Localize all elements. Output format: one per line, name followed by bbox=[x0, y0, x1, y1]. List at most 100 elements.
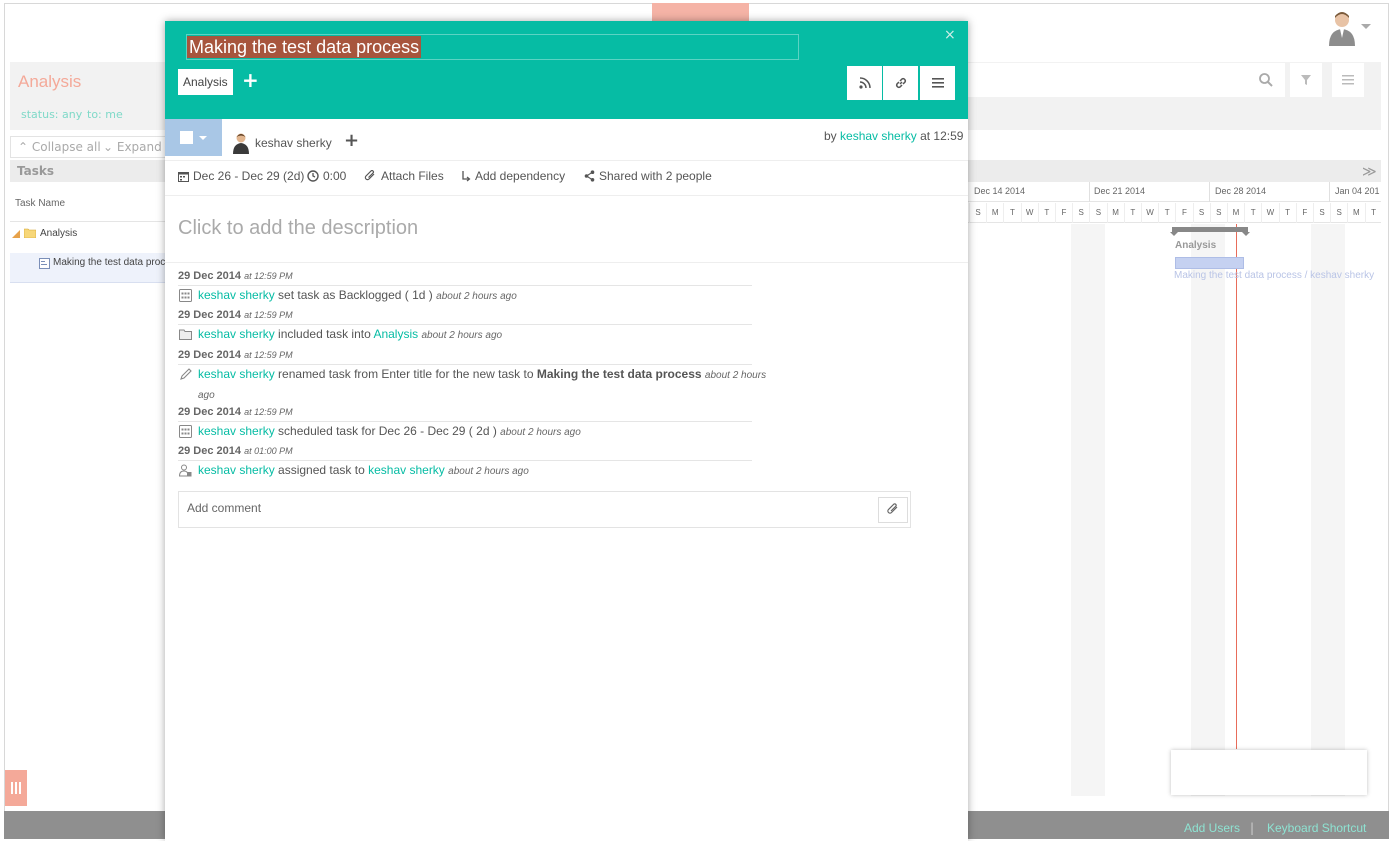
link-icon bbox=[895, 77, 906, 89]
menu-button[interactable] bbox=[1332, 63, 1364, 97]
log-date: 29 Dec 2014 at 12:59 PM bbox=[178, 406, 293, 418]
attach-files-label: Attach Files bbox=[381, 169, 444, 183]
assignee-name[interactable]: keshav sherky bbox=[255, 136, 332, 150]
comment-attach-button[interactable] bbox=[878, 497, 908, 523]
gantt-day-cell: S bbox=[1209, 203, 1227, 223]
more-menu-button[interactable] bbox=[920, 66, 955, 100]
log-date-time: at 12:59 PM bbox=[244, 407, 293, 417]
weekend-column bbox=[1071, 224, 1088, 796]
gantt-group-label: Analysis bbox=[1175, 240, 1217, 251]
filter-status[interactable]: status: any bbox=[21, 108, 82, 121]
expand-all-button[interactable]: ⌄ Expand a bbox=[103, 140, 173, 154]
gantt-group-bar[interactable] bbox=[1170, 227, 1250, 236]
comment-placeholder[interactable]: Add comment bbox=[187, 501, 261, 515]
pencil-icon bbox=[180, 368, 192, 380]
gantt-day-cell: T bbox=[1003, 203, 1020, 223]
dependency-icon bbox=[462, 171, 471, 182]
user-menu-caret-icon[interactable] bbox=[1361, 24, 1371, 29]
tree-row-task[interactable]: Making the test data proce bbox=[10, 253, 171, 283]
add-dependency-button[interactable]: Add dependency bbox=[461, 169, 565, 183]
collapse-triangle-icon[interactable] bbox=[12, 230, 20, 238]
rss-icon bbox=[858, 77, 871, 89]
sidebar-toggle-button[interactable] bbox=[5, 770, 27, 806]
add-assignee-button[interactable]: + bbox=[344, 130, 359, 151]
tag-chip-analysis[interactable]: Analysis bbox=[178, 69, 233, 95]
gantt-week-row bbox=[968, 182, 1381, 202]
week-divider bbox=[1209, 182, 1210, 202]
log-text: renamed task from Enter title for the ne… bbox=[278, 367, 534, 381]
log-date: 29 Dec 2014 at 12:59 PM bbox=[178, 309, 293, 321]
log-user-link[interactable]: keshav sherky bbox=[198, 327, 275, 341]
calendar-icon bbox=[178, 171, 189, 182]
log-date-time: at 01:00 PM bbox=[244, 446, 293, 456]
filter-button[interactable] bbox=[1290, 63, 1322, 97]
task-name-column-header[interactable]: Task Name bbox=[10, 184, 168, 222]
tree-row-analysis[interactable]: Analysis bbox=[10, 224, 168, 254]
log-ago: about 2 hours ago bbox=[436, 291, 517, 302]
gantt-day-cell: M bbox=[1106, 203, 1124, 223]
log-user-link[interactable]: keshav sherky bbox=[198, 463, 275, 477]
keyboard-shortcut-link[interactable]: Keyboard Shortcut bbox=[1267, 821, 1366, 835]
gantt-day-cell: F bbox=[1055, 203, 1072, 223]
gantt-day-cell: T bbox=[1123, 203, 1141, 223]
log-date-day: 29 Dec 2014 bbox=[178, 445, 241, 457]
log-user-link[interactable]: keshav sherky bbox=[198, 288, 275, 302]
funnel-icon bbox=[1301, 75, 1311, 85]
gantt-day-cell: T bbox=[1364, 203, 1382, 223]
task-title-text[interactable]: Making the test data process bbox=[187, 36, 422, 58]
close-icon[interactable]: × bbox=[944, 27, 956, 43]
log-date-day: 29 Dec 2014 bbox=[178, 270, 241, 282]
log-assignee-link[interactable]: keshav sherky bbox=[368, 463, 445, 477]
assign-user-icon bbox=[179, 464, 192, 477]
created-prefix: by bbox=[824, 129, 837, 143]
gantt-expand-icon[interactable]: ≫ bbox=[1362, 164, 1377, 180]
status-checkbox[interactable] bbox=[180, 131, 193, 144]
gantt-task-bar[interactable] bbox=[1175, 257, 1244, 269]
top-accent-tab[interactable] bbox=[652, 3, 749, 21]
attach-files-button[interactable]: Attach Files bbox=[364, 169, 444, 183]
gantt-day-cell: M bbox=[1227, 203, 1244, 223]
log-project-link[interactable]: Analysis bbox=[373, 327, 418, 341]
clock-icon bbox=[307, 170, 319, 182]
gantt-day-cell: F bbox=[1175, 203, 1192, 223]
log-date: 29 Dec 2014 at 01:00 PM bbox=[178, 445, 293, 457]
rss-button[interactable] bbox=[847, 66, 882, 100]
log-date-day: 29 Dec 2014 bbox=[178, 349, 241, 361]
log-user-link[interactable]: keshav sherky bbox=[198, 424, 275, 438]
gantt-header bbox=[968, 160, 1381, 182]
footer-separator: | bbox=[1250, 821, 1255, 835]
log-user-link[interactable]: keshav sherky bbox=[198, 367, 275, 381]
hamburger-icon bbox=[931, 78, 944, 88]
log-ago: about 2 hours bbox=[704, 370, 767, 381]
log-date-time: at 12:59 PM bbox=[244, 350, 293, 360]
log-date-time: at 12:59 PM bbox=[244, 310, 293, 320]
shared-button[interactable]: Shared with 2 people bbox=[584, 169, 712, 183]
gantt-day-cell: S bbox=[1313, 203, 1330, 223]
comment-input[interactable] bbox=[178, 491, 911, 528]
paperclip-icon bbox=[364, 170, 375, 181]
date-range-label: Dec 26 - Dec 29 (2d) bbox=[193, 169, 305, 183]
search-input[interactable] bbox=[968, 63, 1285, 97]
date-range-button[interactable]: Dec 26 - Dec 29 (2d) bbox=[178, 169, 304, 183]
collapse-all-label: Collapse all bbox=[31, 140, 101, 154]
time-tracking-button[interactable]: 0:00 bbox=[307, 169, 346, 183]
search-icon[interactable] bbox=[1258, 72, 1274, 88]
link-button[interactable] bbox=[883, 66, 918, 100]
filter-assignee[interactable]: to: me bbox=[87, 108, 123, 121]
project-title: Analysis bbox=[18, 72, 82, 91]
gantt-day-cell: S bbox=[1330, 203, 1347, 223]
add-tag-button[interactable]: + bbox=[242, 68, 259, 92]
assignee-avatar-icon bbox=[233, 133, 249, 154]
log-text: assigned task to bbox=[278, 463, 365, 477]
collapse-all-button[interactable]: ⌃ Collapse all bbox=[18, 140, 101, 154]
gantt-day-cell: S bbox=[1192, 203, 1210, 223]
task-icon bbox=[39, 258, 50, 269]
creator-link[interactable]: keshav sherky bbox=[840, 129, 917, 143]
description-field[interactable]: Click to add the description bbox=[178, 217, 418, 240]
user-avatar-icon[interactable] bbox=[1327, 10, 1357, 46]
log-text: included task into bbox=[278, 327, 371, 341]
add-users-link[interactable]: Add Users bbox=[1184, 821, 1240, 835]
log-entry: keshav sherky renamed task from Enter ti… bbox=[198, 365, 768, 405]
created-time: at 12:59 bbox=[920, 129, 964, 143]
status-dropdown[interactable] bbox=[165, 119, 222, 156]
